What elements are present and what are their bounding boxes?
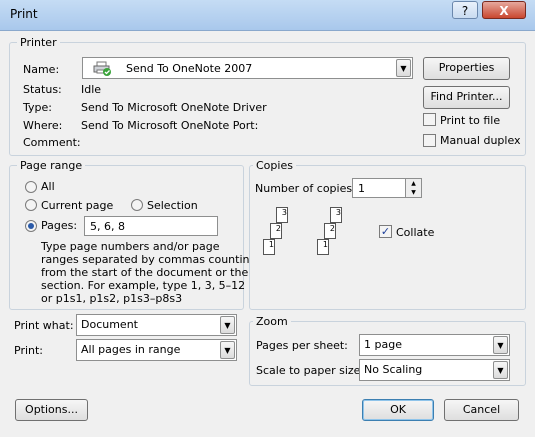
- window-title: Print: [10, 7, 38, 21]
- chevron-down-icon[interactable]: ▼: [220, 341, 235, 359]
- print-what-label: Print what:: [14, 319, 74, 332]
- radio-all[interactable]: [25, 181, 37, 193]
- printer-name-value: Send To OneNote 2007: [126, 62, 253, 75]
- spinner-down-icon[interactable]: ▼: [406, 188, 421, 197]
- comment-label: Comment:: [23, 136, 81, 149]
- print-label: Print:: [14, 344, 44, 357]
- spinner-up-icon[interactable]: ▲: [406, 179, 421, 188]
- print-value: All pages in range: [81, 343, 181, 356]
- copies-group-label: Copies: [253, 159, 296, 172]
- chevron-down-icon[interactable]: ▼: [493, 361, 508, 379]
- chevron-down-icon[interactable]: ▼: [220, 316, 235, 334]
- radio-pages-label[interactable]: Pages:: [41, 219, 77, 232]
- page-icon: 1: [263, 239, 275, 255]
- radio-selection-label[interactable]: Selection: [147, 199, 198, 212]
- print-to-file-label[interactable]: Print to file: [440, 114, 500, 127]
- radio-all-label[interactable]: All: [41, 180, 55, 193]
- print-select[interactable]: All pages in range ▼: [76, 339, 237, 361]
- zoom-group-label: Zoom: [253, 315, 291, 328]
- page-icon: 3: [276, 207, 288, 223]
- pages-input-value: 5, 6, 8: [90, 220, 125, 233]
- chevron-down-icon[interactable]: ▼: [396, 59, 411, 77]
- collate-illustration-1: 3 2 1: [258, 203, 298, 258]
- radio-current-page-label[interactable]: Current page: [41, 199, 113, 212]
- pages-per-sheet-select[interactable]: 1 page ▼: [359, 334, 510, 356]
- help-line: Type page numbers and/or page: [41, 240, 220, 253]
- scale-value: No Scaling: [364, 363, 423, 376]
- options-button[interactable]: Options...: [15, 399, 88, 421]
- print-to-file-checkbox[interactable]: [423, 113, 436, 126]
- title-bar: Print ? X: [0, 0, 535, 31]
- copies-spinner[interactable]: ▲ ▼: [405, 179, 421, 197]
- pages-per-sheet-value: 1 page: [364, 338, 402, 351]
- type-label: Type:: [23, 101, 52, 114]
- page-icon: 2: [270, 223, 282, 239]
- collate-label[interactable]: Collate: [396, 226, 434, 239]
- cancel-button[interactable]: Cancel: [444, 399, 519, 421]
- status-label: Status:: [23, 83, 62, 96]
- find-printer-button[interactable]: Find Printer...: [423, 86, 510, 109]
- page-range-group-label: Page range: [17, 159, 86, 172]
- manual-duplex-label[interactable]: Manual duplex: [440, 134, 521, 147]
- printer-name-select[interactable]: Send To OneNote 2007 ▼: [82, 57, 413, 79]
- pages-per-sheet-label: Pages per sheet:: [256, 339, 348, 352]
- radio-pages[interactable]: [25, 220, 37, 232]
- status-value: Idle: [81, 83, 102, 96]
- printer-icon: [93, 61, 111, 76]
- print-what-value: Document: [81, 318, 138, 331]
- close-icon: X: [499, 4, 509, 18]
- collate-illustration-2: 3 2 1: [312, 203, 352, 258]
- help-button[interactable]: ?: [452, 1, 478, 19]
- pages-input[interactable]: 5, 6, 8: [84, 216, 218, 236]
- printer-name-label: Name:: [23, 63, 60, 76]
- manual-duplex-checkbox[interactable]: [423, 134, 436, 147]
- page-icon: 1: [317, 239, 329, 255]
- copies-input-value: 1: [358, 182, 365, 195]
- radio-selection[interactable]: [131, 199, 143, 211]
- number-of-copies-label: Number of copies:: [255, 182, 356, 195]
- help-line: or p1s1, p1s2, p1s3–p8s3: [41, 292, 183, 305]
- page-range-help-text: Type page numbers and/or page ranges sep…: [41, 240, 256, 305]
- where-label: Where:: [23, 119, 63, 132]
- help-line: from the start of the document or the: [41, 266, 249, 279]
- collate-checkbox[interactable]: ✓: [379, 225, 392, 238]
- copies-input[interactable]: 1 ▲ ▼: [352, 178, 422, 198]
- page-icon: 2: [324, 223, 336, 239]
- properties-button[interactable]: Properties: [423, 57, 510, 80]
- chevron-down-icon[interactable]: ▼: [493, 336, 508, 354]
- page-icon: 3: [330, 207, 342, 223]
- scale-label: Scale to paper size:: [256, 364, 365, 377]
- ok-button[interactable]: OK: [362, 399, 434, 421]
- print-what-select[interactable]: Document ▼: [76, 314, 237, 336]
- type-value: Send To Microsoft OneNote Driver: [81, 101, 267, 114]
- where-value: Send To Microsoft OneNote Port:: [81, 119, 259, 132]
- help-line: section. For example, type 1, 3, 5–12: [41, 279, 246, 292]
- printer-group-label: Printer: [17, 36, 60, 49]
- radio-current-page[interactable]: [25, 199, 37, 211]
- close-button[interactable]: X: [482, 1, 526, 19]
- help-line: ranges separated by commas counting: [41, 253, 257, 266]
- scale-select[interactable]: No Scaling ▼: [359, 359, 510, 381]
- help-icon: ?: [461, 4, 469, 18]
